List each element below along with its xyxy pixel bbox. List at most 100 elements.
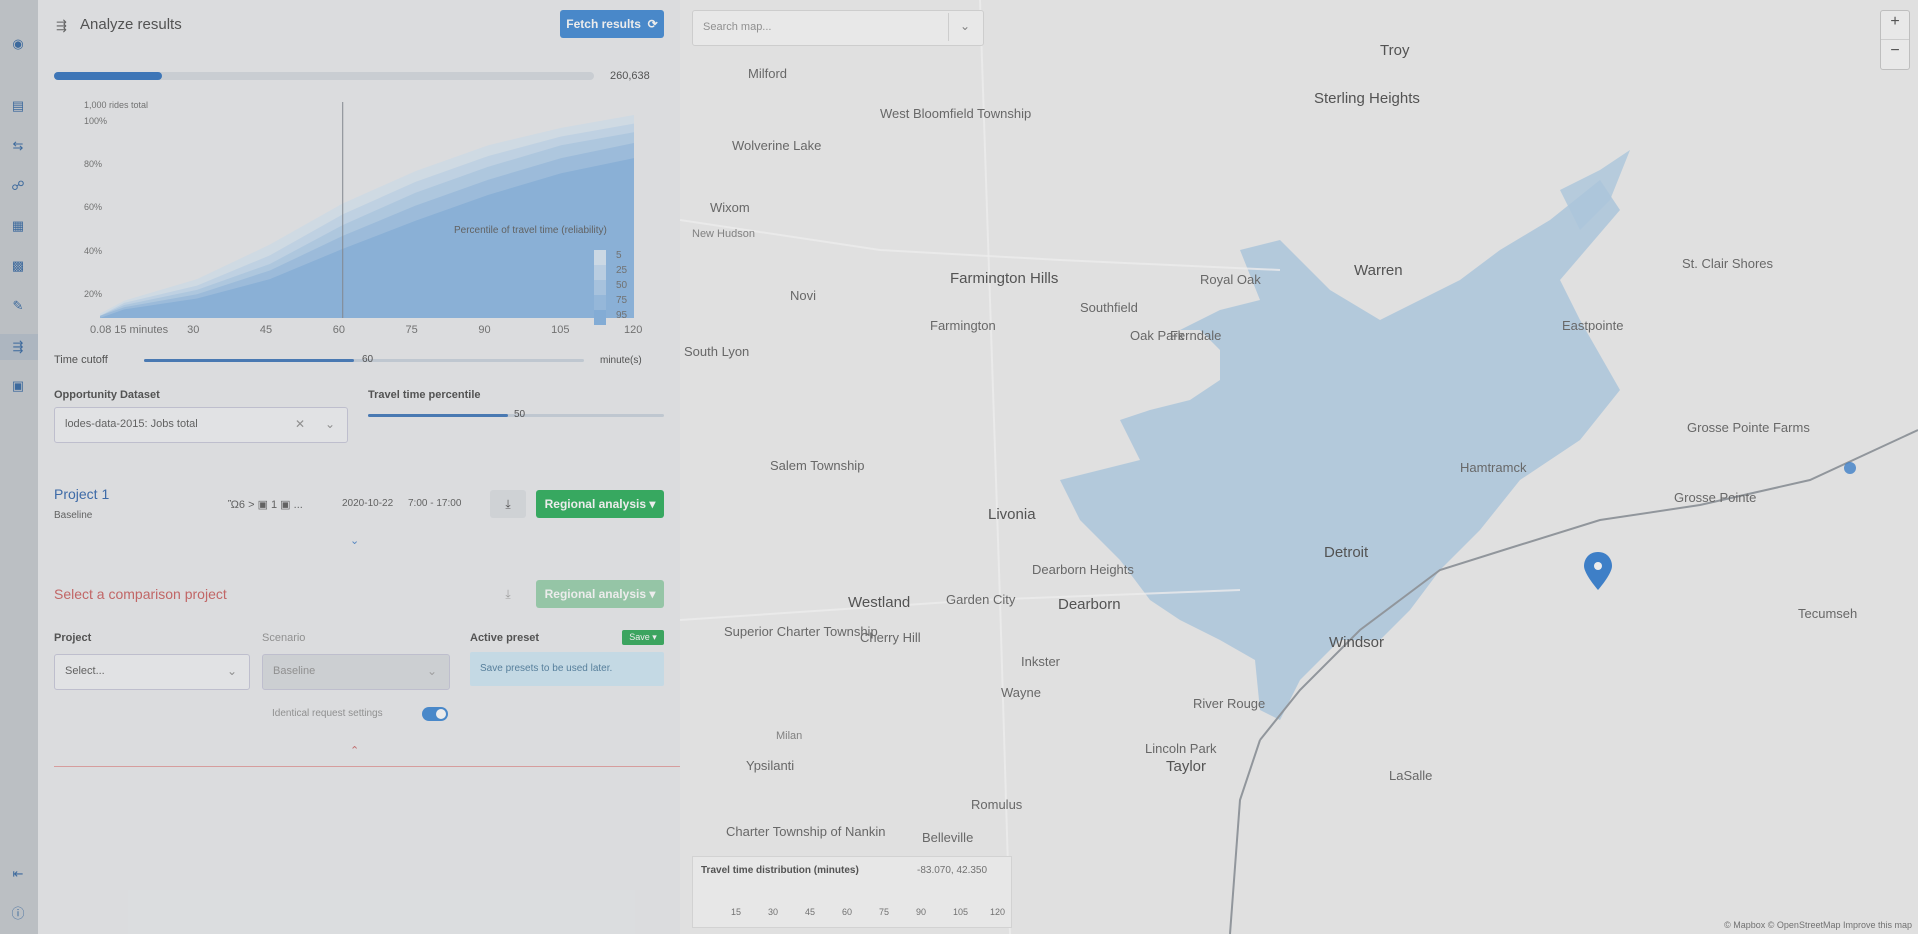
zoom-in-button[interactable]: + — [1881, 13, 1909, 31]
chevron-down-icon[interactable]: ⌄ — [325, 417, 335, 431]
save-preset-hint-text: Save presets to be used later. — [480, 663, 613, 674]
map-search[interactable]: Search map... ⌄ — [692, 10, 984, 46]
info-icon[interactable]: ⓘ — [10, 906, 26, 922]
map-place-label: Detroit — [1324, 544, 1369, 561]
project-select-placeholder: Select... — [65, 665, 105, 677]
map-view[interactable]: Troy Sterling Heights Milford West Bloomfie… — [680, 0, 1918, 934]
distribution-tick: 90 — [916, 907, 927, 917]
project-date: 2020-10-22 — [342, 498, 394, 509]
layers-icon[interactable]: ▤ — [10, 98, 26, 114]
x-tick-label: 90 — [478, 324, 491, 336]
opportunity-dataset-label: Opportunity Dataset — [54, 389, 160, 401]
map-place-label: Troy — [1380, 42, 1410, 59]
map-place-label: Belleville — [922, 830, 974, 845]
y-tick-label: 40% — [84, 245, 103, 256]
map-place-label: Superior Charter Township — [724, 624, 878, 639]
opportunity-dataset-value: lodes-data-2015: Jobs total — [65, 418, 198, 430]
identical-settings-toggle[interactable] — [422, 707, 448, 721]
collapse-icon[interactable]: ⇤ — [10, 866, 26, 882]
identical-settings-label: Identical request settings — [272, 708, 383, 719]
map-place-label: Farmington Hills — [950, 270, 1059, 287]
map-place-label: Dearborn Heights — [1032, 562, 1134, 577]
legend-swatch — [594, 265, 606, 280]
chevron-down-icon[interactable]: ⌄ — [227, 664, 237, 678]
map-place-label: LaSalle — [1389, 768, 1433, 783]
y-tick-label: 60% — [84, 202, 103, 213]
download-icon: ⤓ — [505, 587, 511, 601]
road — [979, 0, 1011, 934]
analysis-icon[interactable]: ⇶ — [10, 339, 26, 355]
database-icon[interactable]: ▦ — [10, 218, 26, 234]
scenario-select[interactable]: Baseline ⌄ — [262, 654, 450, 690]
map-place-label: Charter Township of Nankin — [726, 824, 886, 839]
fetch-results-label: Fetch results — [566, 17, 641, 31]
route-icon[interactable]: ⇆ — [10, 138, 26, 154]
distribution-tick: 45 — [805, 907, 816, 917]
border-south — [1229, 739, 1261, 934]
fetch-results-button[interactable]: Fetch results ⟳ — [560, 10, 664, 38]
collapse-chevron-icon[interactable]: ⌃ — [350, 744, 359, 757]
expand-chevron-icon[interactable]: ⌄ — [350, 534, 359, 547]
map-place-label: Warren — [1354, 262, 1403, 279]
y-tick-label: 100% — [84, 116, 108, 126]
map-place-label: Romulus — [971, 797, 1023, 812]
legend-label: 50 — [616, 280, 628, 291]
legend-title: Percentile of travel time (reliability) — [454, 225, 607, 236]
x-tick-label: 45 — [259, 324, 273, 336]
map-place-label: Grosse Pointe — [1674, 490, 1757, 505]
progress-fill — [54, 72, 162, 80]
map-place-label: Southfield — [1080, 300, 1138, 315]
map-place-label: Grosse Pointe Farms — [1687, 420, 1810, 435]
project-name-link[interactable]: Project 1 — [54, 486, 109, 502]
chevron-down-icon[interactable]: ⌄ — [427, 664, 437, 678]
x-tick-label: 105 — [551, 324, 570, 336]
time-cutoff-label: Time cutoff — [54, 354, 108, 366]
distribution-title: Travel time distribution (minutes) — [701, 865, 859, 876]
regional-analysis-label: Regional analysis — [544, 497, 646, 511]
map-place-label: Wixom — [710, 200, 750, 215]
location-marker — [1584, 552, 1612, 590]
map-place-label: Inkster — [1021, 654, 1061, 669]
active-preset-label: Active preset — [470, 632, 540, 644]
globe-icon[interactable]: ◉ — [10, 36, 26, 52]
map-place-label: Wolverine Lake — [732, 138, 822, 153]
x-tick-label: 15 minutes — [114, 324, 169, 336]
save-preset-button[interactable]: Save ▾ — [622, 630, 664, 645]
clear-icon[interactable]: ✕ — [295, 417, 305, 431]
project-time: 7:00 - 17:00 — [408, 498, 462, 509]
download-button[interactable]: ⤓ — [490, 490, 526, 518]
zoom-control: + − — [1880, 10, 1910, 70]
travel-time-percentile-label: Travel time percentile — [368, 389, 481, 401]
distribution-tick: 30 — [768, 907, 779, 917]
comparison-title: Select a comparison project — [54, 586, 227, 602]
map-place-label: Windsor — [1329, 634, 1385, 651]
toggle-knob — [436, 709, 446, 719]
grid-icon[interactable]: ▩ — [10, 258, 26, 274]
map-place-label: Farmington — [930, 318, 996, 333]
map-place-label: Taylor — [1166, 758, 1207, 775]
opportunity-dataset-select[interactable]: lodes-data-2015: Jobs total ✕ ⌄ — [54, 407, 348, 443]
comparison-divider — [54, 766, 680, 767]
regional-analysis-button[interactable]: Regional analysis ▾ — [536, 490, 664, 518]
map-attribution[interactable]: © Mapbox © OpenStreetMap Improve this ma… — [1724, 920, 1912, 930]
chevron-down-icon[interactable]: ⌄ — [960, 19, 970, 33]
legend-swatch — [594, 310, 606, 325]
pencil-icon[interactable]: ✎ — [10, 298, 26, 314]
map-place-label: Ferndale — [1170, 328, 1222, 343]
map-place-label: Salem Township — [770, 458, 865, 473]
map-place-label: Milan — [776, 730, 803, 742]
map-place-label: Royal Oak — [1200, 272, 1261, 287]
map-place-label: West Bloomfield Township — [880, 106, 1032, 121]
regional-analysis-button-disabled[interactable]: Regional analysis ▾ — [536, 580, 664, 608]
project-field-label: Project — [54, 632, 92, 644]
regional-icon[interactable]: ▣ — [10, 378, 26, 394]
search-separator — [948, 13, 949, 41]
project-select[interactable]: Select... ⌄ — [54, 654, 250, 690]
percentile-fill — [368, 414, 508, 417]
download-button-disabled[interactable]: ⤓ — [490, 580, 526, 608]
x-tick-label: 120 — [624, 324, 643, 336]
scenario-field-label: Scenario — [262, 632, 306, 644]
road — [680, 219, 1281, 271]
network-icon[interactable]: ☍ — [10, 178, 26, 194]
zoom-out-button[interactable]: − — [1881, 42, 1909, 60]
